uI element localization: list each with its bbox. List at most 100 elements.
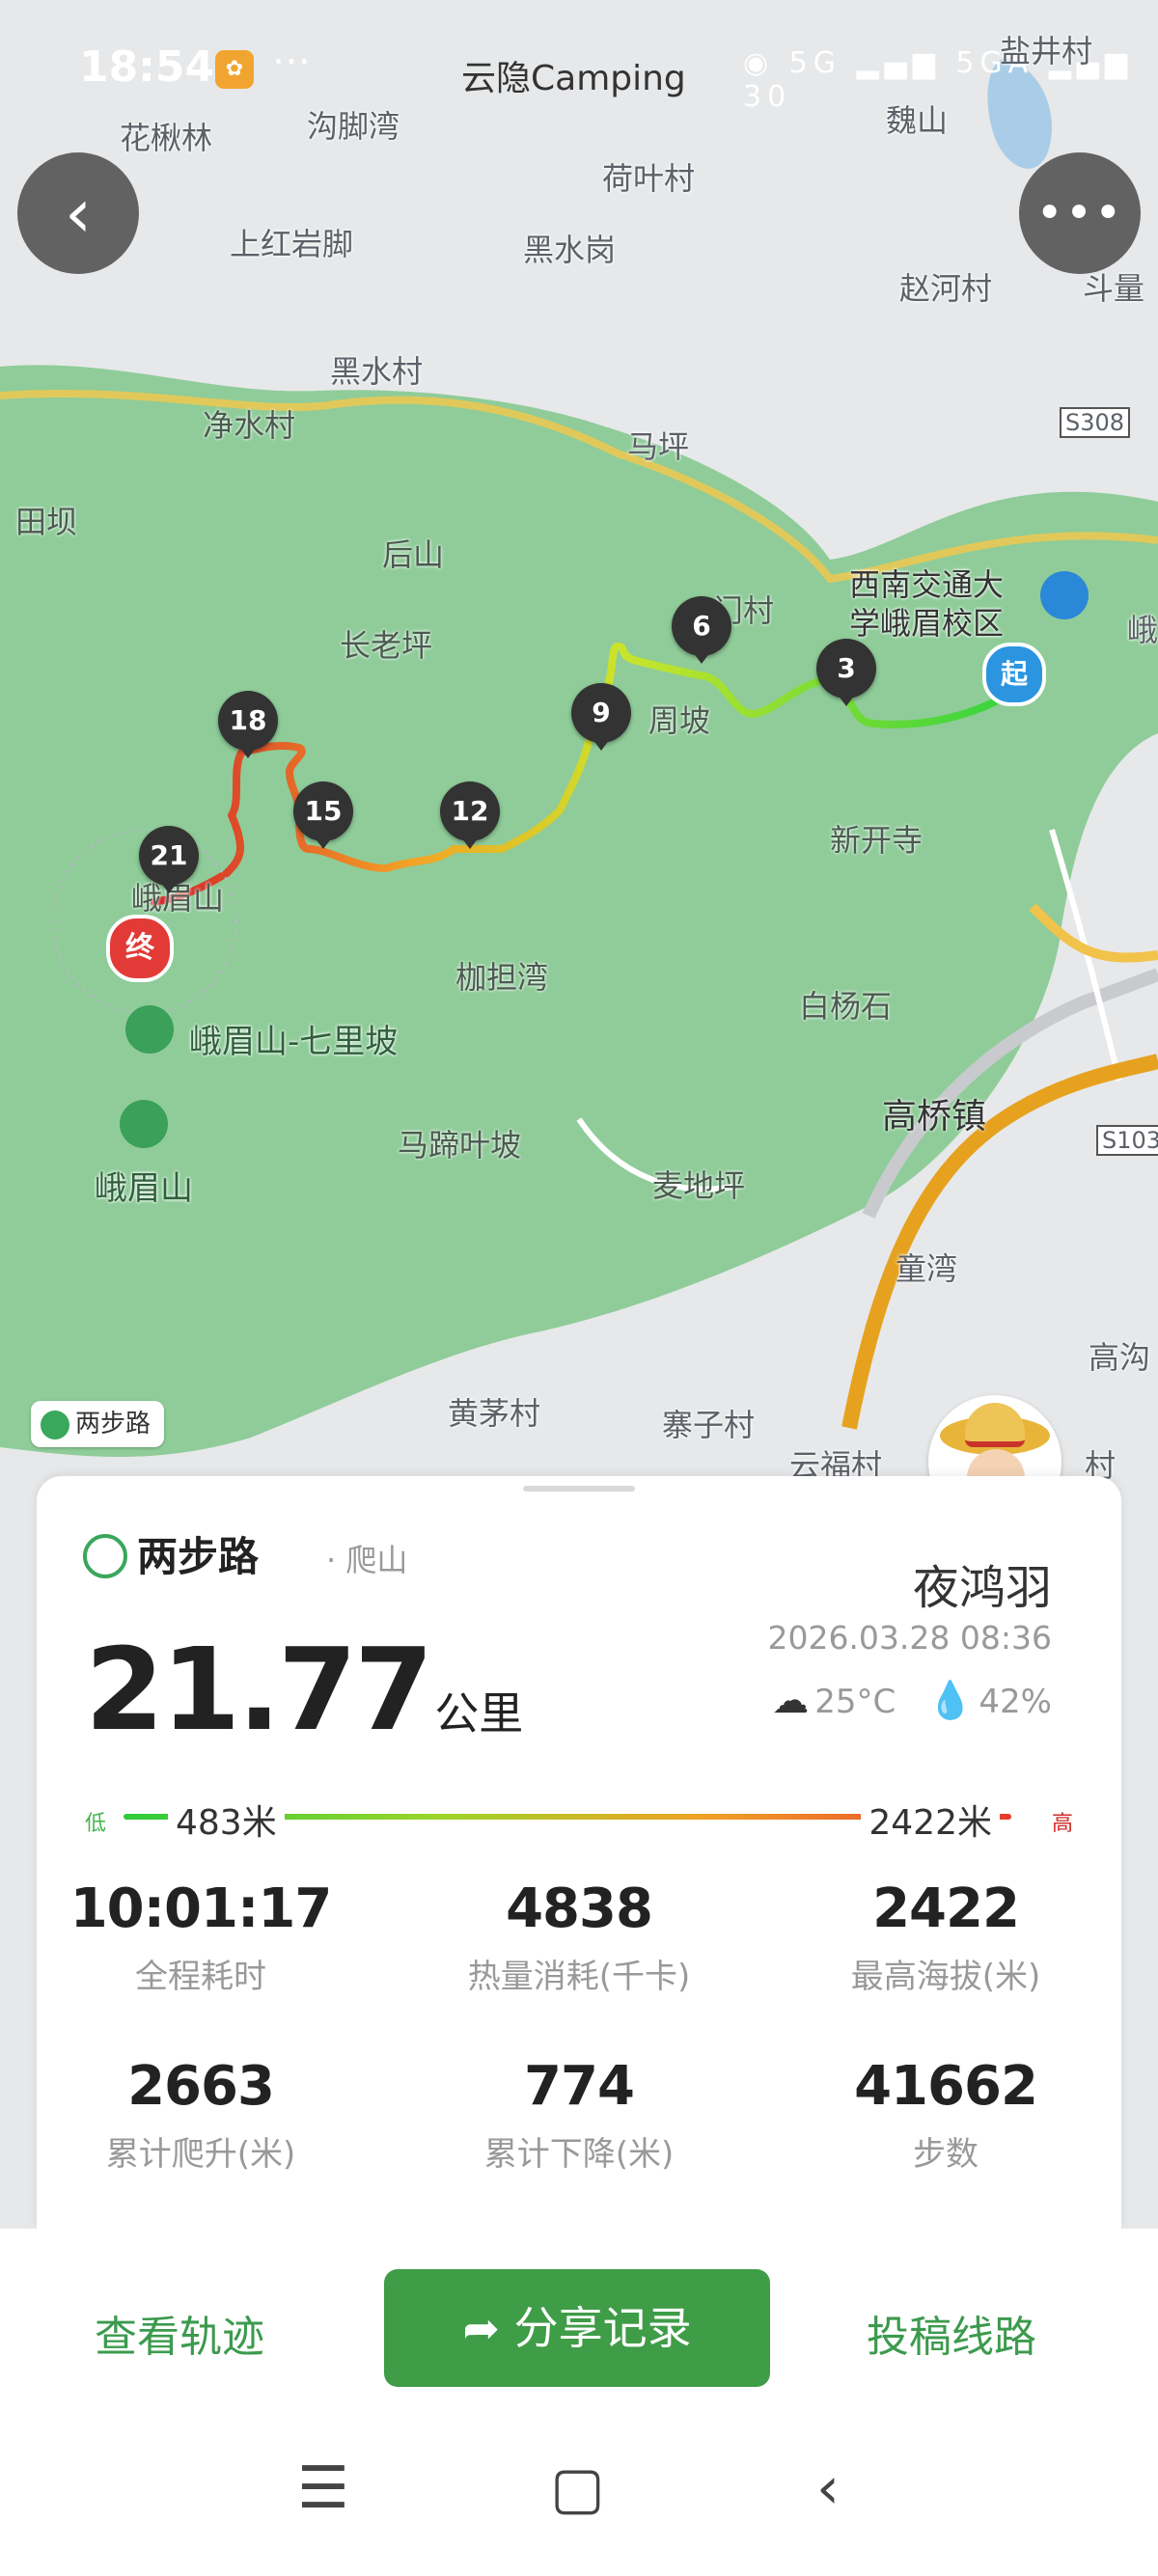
stat-value: 2663 (127, 2055, 275, 2118)
map-label: 枷担湾 (455, 959, 549, 996)
mountain-icon (120, 1100, 168, 1148)
km-marker[interactable]: 9 (571, 683, 631, 751)
km-marker[interactable]: 12 (440, 781, 500, 849)
brand-logo-icon (41, 1410, 69, 1439)
map-label: 黑水村 (330, 353, 424, 390)
road-sign: S308 (1060, 407, 1131, 438)
stat-steps: 41662 步数 (782, 2055, 1110, 2175)
summary-card: 两步路 · 爬山 21.77公里 夜鸿羽 2026.03.28 08:36 ☁ 2… (37, 1476, 1121, 2229)
map-label: 寨子村 (662, 1407, 756, 1443)
stat-label: 累计爬升(米) (105, 2135, 296, 2174)
brand-name: 两步路 (137, 1533, 260, 1580)
scenic-spot-icon (125, 1005, 174, 1054)
distance-unit: 公里 (434, 1687, 524, 1740)
map-label: 上红岩脚 (230, 226, 354, 262)
status-icons: ◉ 5G ▂▄▆ 5GA ▂▄▆ 30 (743, 46, 1133, 114)
road-sign: S103 (1096, 1125, 1158, 1156)
stat-total-time: 10:01:17 全程耗时 (37, 1877, 365, 1997)
menu-icon[interactable]: ☰ (297, 2454, 349, 2522)
map-label: 童湾 (896, 1250, 958, 1287)
view-track-button[interactable]: 查看轨迹 (95, 2302, 264, 2364)
distance-value: 21.77 (85, 1623, 433, 1756)
map-label: 高沟 (1089, 1339, 1151, 1376)
submit-route-button[interactable]: 投稿线路 (867, 2302, 1036, 2364)
more-notifications-icon: ⋯ (272, 39, 311, 83)
map-label: 魏山 (886, 102, 949, 139)
weather: ☁ 25°C 💧 42% (766, 1679, 1052, 1722)
action-bar: 查看轨迹 ➦ 分享记录 投稿线路 (0, 2229, 1158, 2387)
map-label: 田坝 (15, 504, 78, 540)
km-marker[interactable]: 15 (293, 781, 353, 849)
share-record-button[interactable]: ➦ 分享记录 (384, 2269, 770, 2387)
more-dots-icon: ••• (1035, 186, 1124, 240)
stat-ascent: 2663 累计爬升(米) (37, 2055, 365, 2175)
system-nav-bar: ☰ ▢ ‹ (0, 2412, 1158, 2576)
poi-label[interactable]: 峨眉山-七里坡 (189, 1015, 398, 1062)
km-marker[interactable]: 18 (218, 691, 278, 758)
record-datetime: 2026.03.28 08:36 (767, 1619, 1052, 1657)
km-marker[interactable]: 3 (816, 639, 876, 706)
stat-value: 2422 (872, 1877, 1020, 1940)
brand-logo-icon (83, 1534, 127, 1578)
more-options-button[interactable]: ••• (1019, 152, 1141, 274)
map-label: 赵河村 (899, 270, 993, 307)
hat-crown-shape (965, 1403, 1025, 1447)
end-pin[interactable]: 终 (106, 915, 174, 982)
stat-value: 10:01:17 (69, 1877, 333, 1940)
back-button[interactable]: ‹ (17, 152, 139, 274)
distance: 21.77公里 (85, 1623, 523, 1756)
map-label: 沟脚湾 (307, 108, 400, 145)
map-label: 净水村 (203, 407, 296, 444)
back-icon[interactable]: ‹ (816, 2454, 840, 2522)
share-label: 分享记录 (513, 2302, 692, 2354)
status-time: 18:54 (79, 42, 215, 92)
school-icon (1040, 571, 1089, 619)
map-label: 麦地坪 (652, 1167, 746, 1204)
temperature: 25°C (814, 1683, 896, 1721)
map-label: 周坡 (648, 702, 711, 739)
km-marker[interactable]: 21 (139, 826, 199, 893)
humidity-icon: 💧 (927, 1679, 974, 1721)
humidity: 42% (979, 1683, 1052, 1721)
map-label: 高桥镇 (882, 1097, 987, 1137)
stat-value: 41662 (854, 2055, 1038, 2118)
map-label: 马坪 (627, 428, 690, 465)
map-label: 花楸林 (120, 120, 213, 156)
map-label: 盐井村 (1000, 33, 1093, 69)
nearby-poi-title: 云隐Camping (461, 59, 686, 98)
map-watermark: 两步路 (31, 1401, 165, 1447)
map-label: 黄茅村 (448, 1395, 541, 1432)
map-label: 荷叶村 (602, 160, 696, 197)
home-icon[interactable]: ▢ (550, 2454, 605, 2522)
elevation-bar: 低 483米 2422米 高 (85, 1795, 1073, 1845)
app-notification-icon: ✿ (215, 50, 254, 89)
drag-handle[interactable] (523, 1486, 635, 1492)
brand-row: 两步路 (83, 1524, 259, 1583)
map-label: 峨 (1127, 612, 1158, 648)
start-pin[interactable]: 起 (982, 643, 1046, 706)
stat-max-altitude: 2422 最高海拔(米) (782, 1877, 1110, 1997)
poi-label[interactable]: 峨眉山 (95, 1162, 193, 1209)
stat-value: 4838 (506, 1877, 653, 1940)
stat-label: 热量消耗(千卡) (467, 1958, 691, 1996)
km-marker[interactable]: 6 (672, 596, 731, 664)
stat-descent: 774 累计下降(米) (415, 2055, 743, 2175)
map-label: 新开寺 (830, 822, 924, 859)
chevron-left-icon: ‹ (65, 174, 92, 253)
stat-label: 步数 (913, 2135, 979, 2174)
stat-label: 全程耗时 (135, 1958, 266, 1996)
elevation-low-label: 低 (85, 1812, 107, 1836)
username: 夜鸿羽 (912, 1561, 1052, 1615)
share-icon: ➦ (462, 2302, 514, 2354)
stat-label: 最高海拔(米) (850, 1958, 1041, 1996)
map-label: 长老坪 (340, 627, 433, 664)
elevation-high-value: 2422米 (861, 1795, 1000, 1845)
map-label: 白杨石 (799, 988, 893, 1025)
cloud-icon: ☁ (772, 1679, 810, 1721)
activity-type: · 爬山 (326, 1542, 408, 1578)
watermark-text: 两步路 (75, 1410, 152, 1439)
map-label: 后山 (382, 536, 445, 573)
stat-calories: 4838 热量消耗(千卡) (415, 1877, 743, 1997)
elevation-low-value: 483米 (168, 1795, 285, 1845)
map-label: 斗量 (1083, 270, 1145, 307)
